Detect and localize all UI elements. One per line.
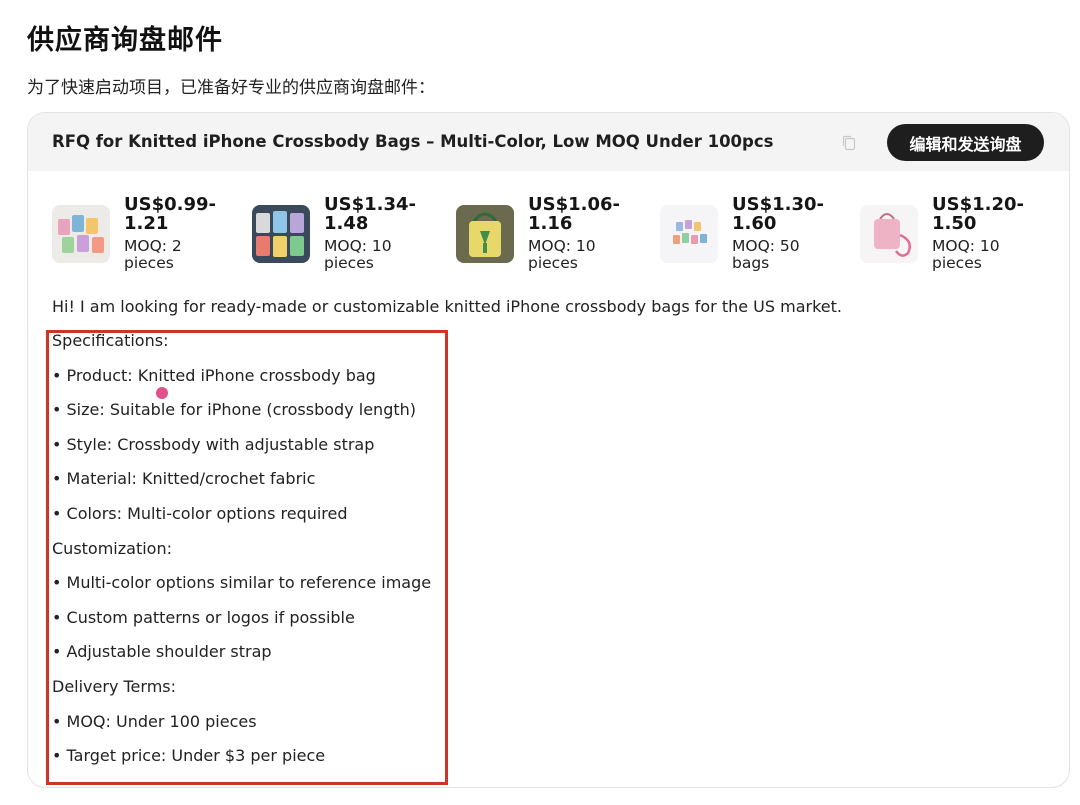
email-card: RFQ for Knitted iPhone Crossbody Bags – … (27, 112, 1070, 788)
cursor-indicator (156, 387, 168, 399)
product-price: US$0.99-1.21 (124, 194, 216, 234)
email-subject: RFQ for Knitted iPhone Crossbody Bags – … (52, 132, 774, 151)
product-price: US$1.34-1.48 (324, 194, 416, 234)
delivery-item: • MOQ: Under 100 pieces (52, 711, 257, 731)
customization-item: • Adjustable shoulder strap (52, 642, 272, 662)
truncated-text (61, 784, 201, 787)
email-intro: Hi! I am looking for ready-made or custo… (52, 297, 842, 316)
product-thumbnail[interactable] (252, 205, 310, 263)
page-subtitle: 为了快速启动项目，已准备好专业的供应商询盘邮件： (27, 78, 435, 98)
delivery-item: • Target price: Under $3 per piece (52, 746, 326, 766)
product-thumbnail[interactable] (660, 205, 718, 263)
page-title: 供应商询盘邮件 (27, 25, 223, 56)
spec-item: • Product: Knitted iPhone crossbody bag (52, 365, 376, 385)
product-moq: MOQ: 10 pieces (324, 237, 392, 272)
spec-item: • Colors: Multi-color options required (52, 503, 348, 523)
product-price: US$1.30-1.60 (732, 194, 824, 234)
email-body: Specifications: • Product: Knitted iPhon… (52, 331, 431, 781)
section-heading-customization: Customization: (52, 538, 172, 558)
copy-icon[interactable] (842, 135, 856, 151)
product-list: US$0.99-1.21 MOQ: 2 pieces US$1.34-1.48 … (52, 194, 1052, 277)
spec-item: • Material: Knitted/crochet fabric (52, 469, 316, 489)
product-moq: MOQ: 2 pieces (124, 237, 182, 272)
product-thumbnail[interactable] (860, 205, 918, 263)
product-price: US$1.06-1.16 (528, 194, 620, 234)
spec-item: • Style: Crossbody with adjustable strap (52, 434, 375, 454)
product-moq: MOQ: 50 bags (732, 237, 800, 272)
email-header: RFQ for Knitted iPhone Crossbody Bags – … (28, 113, 1069, 171)
product-moq: MOQ: 10 pieces (528, 237, 596, 272)
product-thumbnail[interactable] (456, 205, 514, 263)
section-heading-delivery-terms: Delivery Terms: (52, 676, 177, 696)
customization-item: • Custom patterns or logos if possible (52, 607, 355, 627)
customization-item: • Multi-color options similar to referen… (52, 573, 432, 593)
product-thumbnail[interactable] (52, 205, 110, 263)
product-price: US$1.20-1.50 (932, 194, 1024, 234)
product-moq: MOQ: 10 pieces (932, 237, 1000, 272)
spec-item: • Size: Suitable for iPhone (crossbody l… (52, 400, 416, 420)
page: 供应商询盘邮件 为了快速启动项目，已准备好专业的供应商询盘邮件： RFQ for… (0, 0, 1080, 805)
section-heading-specifications: Specifications: (52, 331, 169, 350)
edit-and-send-inquiry-button[interactable]: 编辑和发送询盘 (887, 124, 1044, 161)
